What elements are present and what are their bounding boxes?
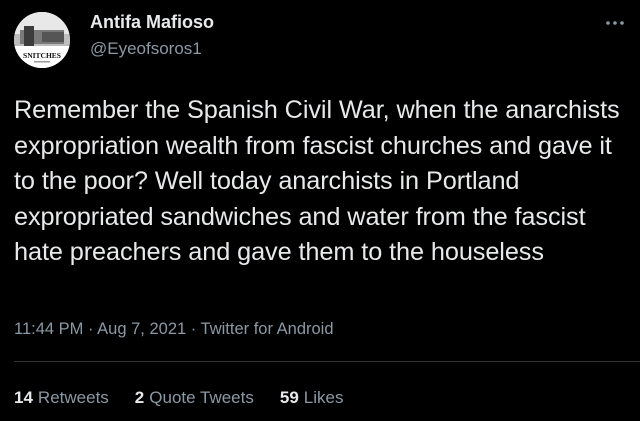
divider bbox=[14, 361, 640, 362]
retweets-count: 14 bbox=[14, 388, 33, 407]
tweet-stats: 14 Retweets 2 Quote Tweets 59 Likes bbox=[14, 388, 343, 408]
quote-tweets-label: Quote Tweets bbox=[149, 388, 254, 407]
retweets-stat[interactable]: 14 Retweets bbox=[14, 388, 109, 408]
quote-tweets-count: 2 bbox=[134, 388, 145, 407]
tweet-time[interactable]: 11:44 PM bbox=[14, 320, 83, 338]
avatar-caption: SNITCHES bbox=[23, 51, 61, 60]
meta-separator: · bbox=[88, 320, 98, 338]
avatar[interactable]: SNITCHES bbox=[14, 12, 70, 68]
author-handle[interactable]: @Eyeofsoros1 bbox=[90, 39, 202, 59]
tweet-text: Remember the Spanish Civil War, when the… bbox=[14, 96, 620, 267]
tweet-date[interactable]: Aug 7, 2021 bbox=[97, 320, 186, 338]
tweet-meta: 11:44 PM · Aug 7, 2021 · Twitter for And… bbox=[14, 320, 334, 339]
retweets-label: Retweets bbox=[37, 388, 109, 407]
likes-label: Likes bbox=[303, 388, 344, 407]
avatar-image: SNITCHES bbox=[14, 12, 70, 68]
quote-tweets-stat[interactable]: 2 Quote Tweets bbox=[135, 388, 254, 408]
more-dots-icon bbox=[606, 21, 624, 25]
author-display-name[interactable]: Antifa Mafioso bbox=[90, 12, 214, 33]
more-options-button[interactable] bbox=[602, 14, 628, 32]
likes-stat[interactable]: 59 Likes bbox=[280, 388, 344, 408]
tweet-source[interactable]: Twitter for Android bbox=[201, 320, 334, 338]
meta-separator: · bbox=[190, 320, 201, 338]
likes-count: 59 bbox=[279, 388, 299, 407]
